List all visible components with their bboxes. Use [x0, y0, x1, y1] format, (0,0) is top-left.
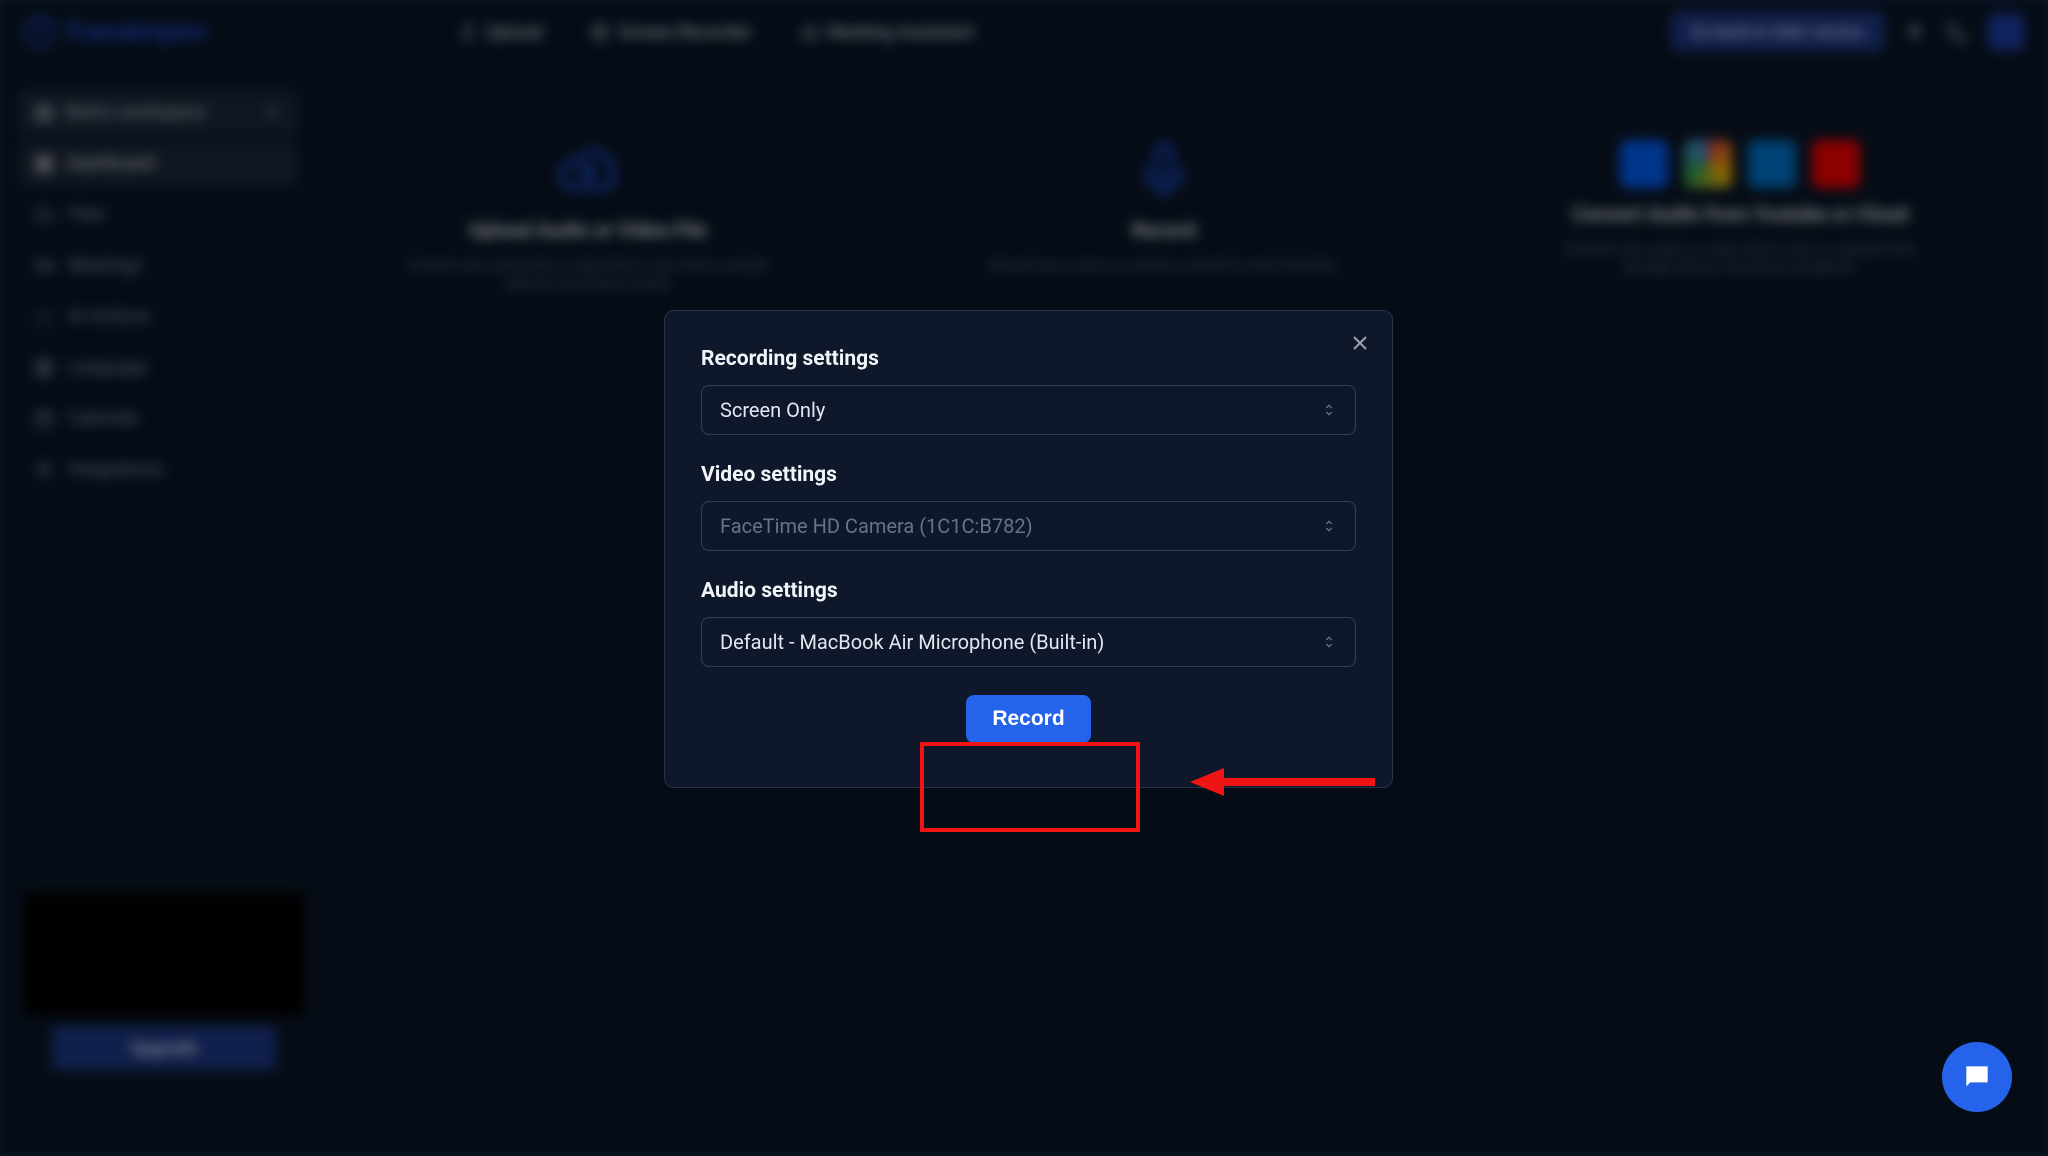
close-icon	[1348, 331, 1372, 355]
updown-icon	[1321, 402, 1337, 418]
chat-icon	[1961, 1061, 1993, 1093]
modal-overlay: Recording settings Screen Only Video set…	[0, 0, 2048, 1156]
record-button-label: Record	[992, 707, 1064, 730]
audio-settings-select[interactable]: Default - MacBook Air Microphone (Built-…	[701, 617, 1356, 667]
recording-settings-modal: Recording settings Screen Only Video set…	[664, 310, 1393, 788]
recording-settings-value: Screen Only	[720, 398, 825, 422]
close-button[interactable]	[1348, 331, 1372, 355]
video-settings-select[interactable]: FaceTime HD Camera (1C1C:B782)	[701, 501, 1356, 551]
audio-settings-label: Audio settings	[701, 579, 1356, 603]
video-settings-label: Video settings	[701, 463, 1356, 487]
recording-settings-label: Recording settings	[701, 347, 1356, 371]
record-button[interactable]: Record	[966, 695, 1090, 743]
updown-icon	[1321, 634, 1337, 650]
chat-fab[interactable]	[1942, 1042, 2012, 1112]
audio-settings-value: Default - MacBook Air Microphone (Built-…	[720, 630, 1104, 654]
video-settings-value: FaceTime HD Camera (1C1C:B782)	[720, 514, 1033, 538]
recording-settings-select[interactable]: Screen Only	[701, 385, 1356, 435]
updown-icon	[1321, 518, 1337, 534]
